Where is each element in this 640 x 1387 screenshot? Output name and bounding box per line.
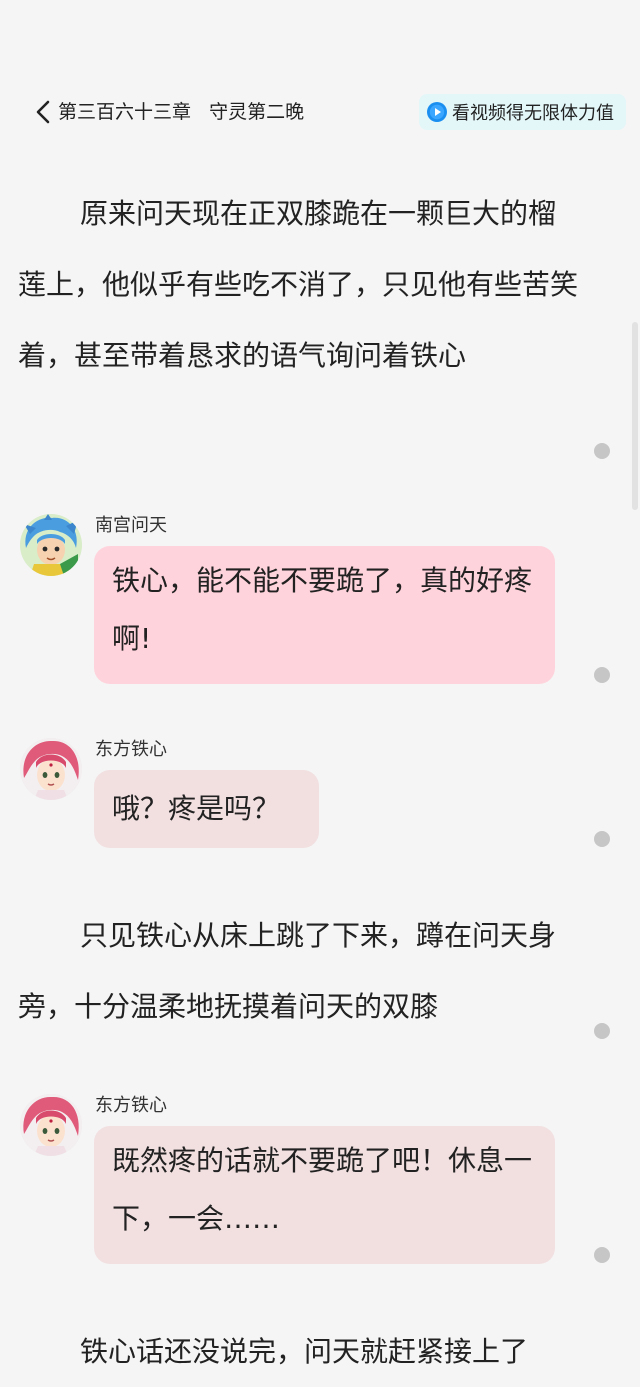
avatar-image [20, 738, 82, 800]
dialog-bubble: 哦？疼是吗？ [94, 770, 319, 848]
dialog-text: 既然疼的话就不要跪了吧！休息一下，一会…… [112, 1144, 533, 1235]
chapter-header: 第三百六十三章 守灵第二晚 看视频得无限体力值 [0, 92, 640, 132]
dialog-text: 铁心，能不能不要跪了，真的好疼啊! [112, 564, 533, 655]
comment-dot[interactable] [594, 1247, 610, 1263]
back-button[interactable] [34, 100, 54, 124]
story-paragraph: 只见铁心从床上跳了下来，蹲在问天身旁，十分温柔地抚摸着问天的双膝 [18, 919, 557, 1023]
comment-dot[interactable] [594, 667, 610, 683]
scrollbar-thumb[interactable] [632, 322, 638, 510]
speaker-name: 南宫问天 [95, 515, 167, 536]
avatar-dongfang-tiexin[interactable] [20, 1094, 82, 1156]
avatar-nangong-wentian[interactable] [20, 514, 82, 576]
comment-dot[interactable] [594, 1023, 610, 1039]
chevron-left-icon [36, 100, 50, 124]
chapter-title: 第三百六十三章 守灵第二晚 [58, 101, 305, 123]
watch-video-button[interactable]: 看视频得无限体力值 [419, 94, 626, 130]
watch-video-label: 看视频得无限体力值 [452, 103, 614, 124]
speaker-name: 东方铁心 [95, 1095, 167, 1116]
speaker-name: 东方铁心 [95, 739, 167, 760]
play-circle-icon [427, 102, 447, 122]
story-paragraph: 铁心话还没说完，问天就赶紧接上了 [80, 1335, 529, 1368]
dialog-text: 哦？疼是吗？ [112, 792, 281, 825]
avatar-image [20, 514, 82, 576]
avatar-dongfang-tiexin[interactable] [20, 738, 82, 800]
dialog-bubble: 既然疼的话就不要跪了吧！休息一下，一会…… [94, 1126, 555, 1264]
dialog-bubble: 铁心，能不能不要跪了，真的好疼啊! [94, 546, 555, 684]
story-paragraph: 原来问天现在正双膝跪在一颗巨大的榴莲上，他似乎有些吃不消了，只见他有些苦笑着，甚… [18, 197, 579, 372]
comment-dot[interactable] [594, 443, 610, 459]
comment-dot[interactable] [594, 831, 610, 847]
avatar-image [20, 1094, 82, 1156]
